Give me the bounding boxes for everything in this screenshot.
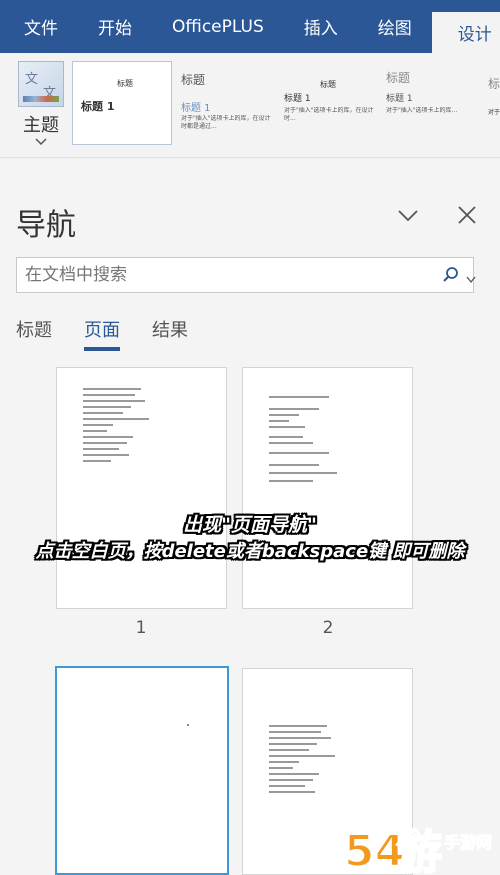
- theme-color-bar: [23, 96, 59, 102]
- style-thumb-title: 标题: [181, 73, 206, 87]
- themes-button[interactable]: 文 文 主题: [14, 61, 68, 157]
- search-icon[interactable]: [441, 265, 461, 285]
- page-number: 1: [135, 618, 147, 638]
- svg-text:手游网: 手游网: [444, 833, 492, 852]
- style-thumb-body: 对于"插入"选项卡上的库...: [386, 107, 458, 114]
- style-thumb-title: 标题: [117, 79, 133, 88]
- page-thumbnail-3[interactable]: [55, 666, 229, 875]
- svg-text:游: 游: [396, 825, 442, 875]
- page-thumbnail-1[interactable]: [56, 367, 227, 609]
- tab-pages[interactable]: 页面: [84, 316, 120, 342]
- style-set-3[interactable]: 标题 标题 1 对于"插入"选项卡上的库，在设计时...: [282, 61, 378, 145]
- style-thumb-heading: 标题 1: [81, 100, 115, 113]
- style-thumb-heading: 标题 1: [284, 94, 311, 104]
- style-thumb-title: 标题: [386, 71, 411, 85]
- nav-title: 导航: [16, 208, 76, 243]
- style-thumb-title: 标: [488, 77, 500, 91]
- search-box: [16, 257, 476, 293]
- ribbon-tab-bar: 文件 开始 OfficePLUS 插入 绘图 设计: [0, 0, 500, 53]
- active-tab-indicator: [84, 347, 120, 351]
- chevron-down-icon[interactable]: [396, 204, 420, 228]
- close-icon[interactable]: [456, 204, 478, 226]
- page-thumbnail-2[interactable]: [242, 367, 413, 609]
- style-thumb-subtitle: 标题 1: [181, 103, 211, 114]
- tab-headings[interactable]: 标题: [16, 316, 52, 342]
- style-thumb-body: 对于: [488, 109, 500, 116]
- theme-icon: 文 文: [18, 61, 64, 107]
- style-set-5[interactable]: 标 对于: [486, 61, 500, 145]
- chevron-down-icon[interactable]: [466, 270, 476, 284]
- caption-line-2: 点击空白页，按delete或者backspace键 即可删除: [35, 541, 465, 562]
- style-set-2[interactable]: 标题 标题 1 对于"插入"选项卡上的库，在设计时都是通过...: [178, 61, 276, 145]
- style-thumb-title: 标题: [320, 80, 336, 89]
- theme-label: 主题: [23, 115, 59, 136]
- style-thumb-body: 对于"插入"选项卡上的库，在设计时都是通过...: [181, 115, 271, 130]
- theme-icon-text-1: 文: [25, 72, 39, 87]
- style-thumb-body: 对于"插入"选项卡上的库，在设计时...: [284, 107, 374, 122]
- style-set-1[interactable]: 标题 标题 1: [72, 61, 172, 145]
- tab-home[interactable]: 开始: [78, 0, 152, 53]
- tab-design[interactable]: 设计: [431, 12, 500, 53]
- page-number: 2: [322, 618, 334, 638]
- ribbon-body: 文 文 主题 标题 标题 1 标题 标题 1 对于"插入"选项卡上的库，在设计时…: [0, 53, 500, 158]
- search-input[interactable]: [25, 258, 425, 292]
- chevron-down-icon[interactable]: [14, 135, 68, 149]
- caption-line-1: 出现"页面导航": [183, 514, 317, 536]
- tab-draw[interactable]: 绘图: [358, 0, 432, 53]
- watermark-logo: 54 游 手游网: [342, 818, 500, 875]
- style-set-4[interactable]: 标题 标题 1 对于"插入"选项卡上的库...: [384, 61, 480, 145]
- tab-file[interactable]: 文件: [0, 0, 78, 53]
- tab-officeplus[interactable]: OfficePLUS: [152, 0, 284, 53]
- tab-results[interactable]: 结果: [152, 316, 188, 342]
- tab-insert[interactable]: 插入: [284, 0, 358, 53]
- style-thumb-subtitle: 标题 1: [386, 94, 413, 104]
